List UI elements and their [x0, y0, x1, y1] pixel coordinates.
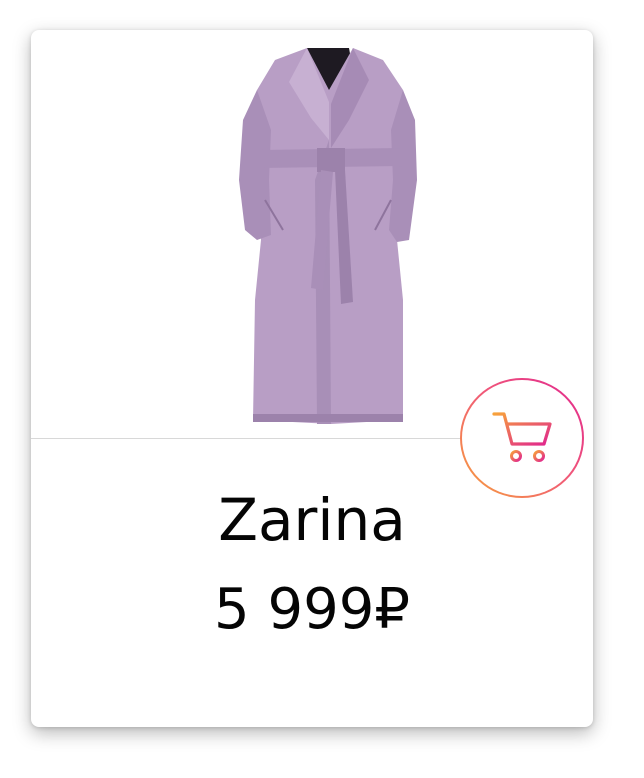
- product-image[interactable]: [31, 30, 593, 438]
- cart-icon: [492, 412, 552, 462]
- product-card[interactable]: Zarina 5 999₽: [31, 30, 593, 727]
- product-name[interactable]: Zarina: [31, 485, 593, 555]
- coat-image: [239, 48, 417, 424]
- add-to-cart-button[interactable]: [460, 378, 584, 498]
- image-divider: [31, 438, 461, 439]
- product-price: 5 999₽: [214, 577, 410, 642]
- add-to-cart-button-inner[interactable]: [462, 380, 582, 496]
